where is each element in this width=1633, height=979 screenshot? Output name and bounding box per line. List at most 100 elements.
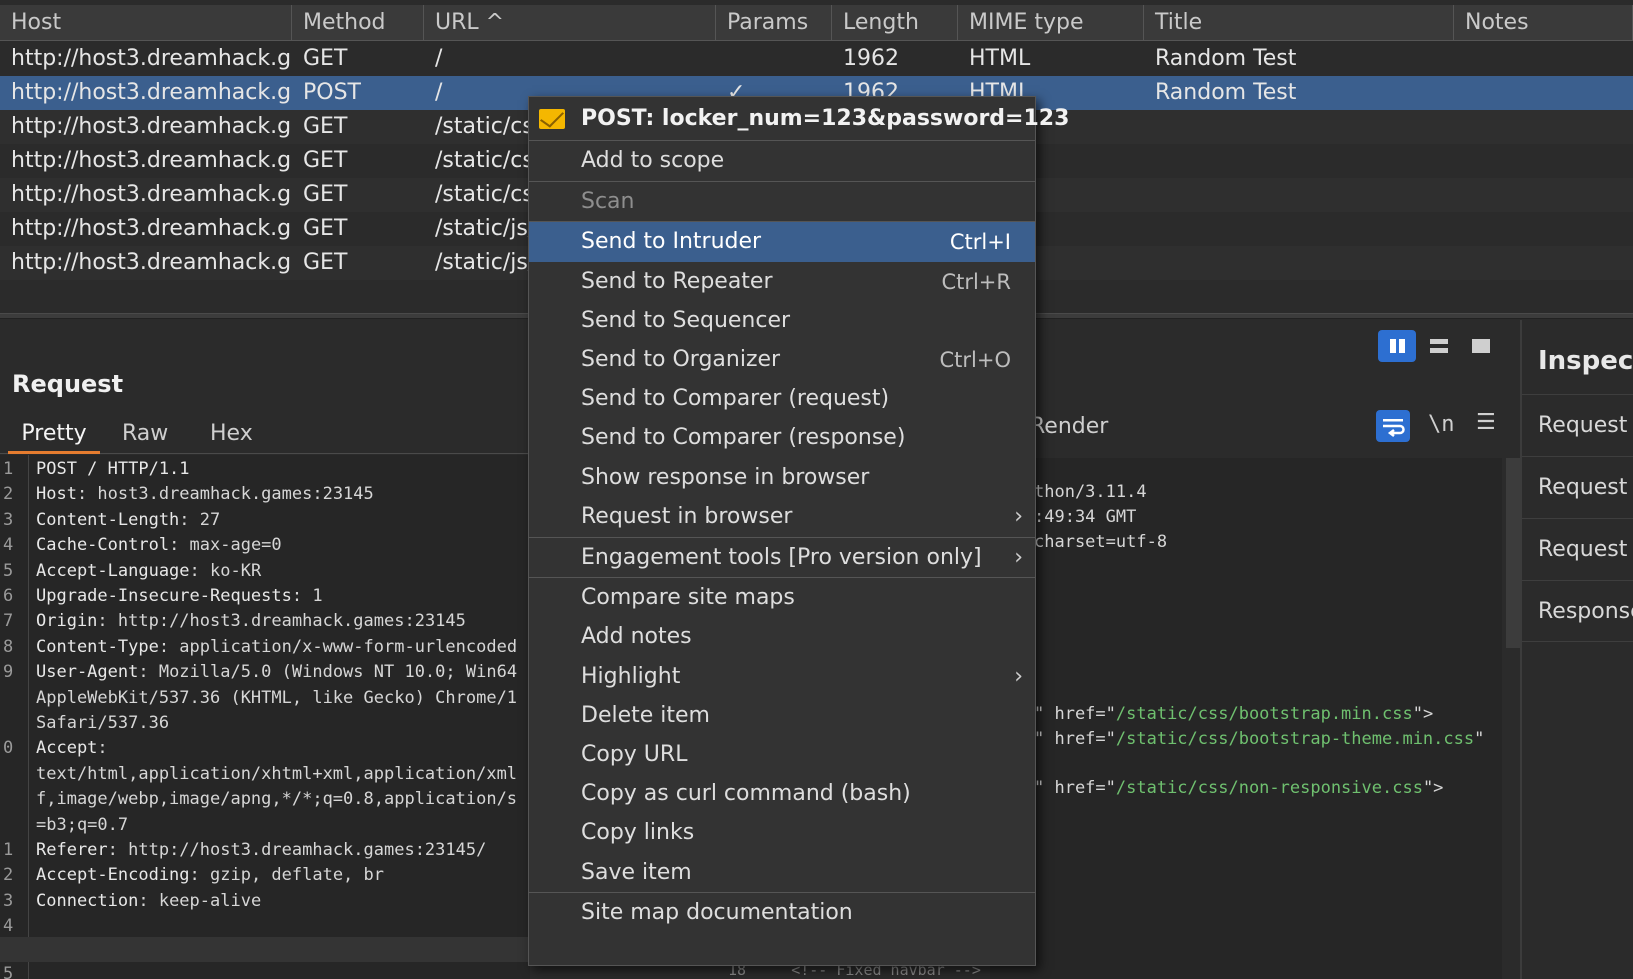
menu-item-send-to-comparer-request[interactable]: Send to Comparer (request) [529,379,1035,419]
request-line-text: Referer: http://host3.dreamhack.games:23… [36,840,487,860]
wrap-lines-button[interactable] [1376,410,1410,442]
line-number: 3 [3,509,14,530]
request-line-text: text/html,application/xhtml+xml,applicat… [36,763,518,784]
menu-item-copy-url[interactable]: Copy URL [529,735,1035,775]
cell-method: GET [303,114,348,139]
column-title[interactable]: Title [1144,5,1454,41]
request-line-text: Cache-Control: max-age=0 [36,535,282,556]
request-line-text: POST / HTTP/1.1 [36,459,190,479]
request-line[interactable]: 3 Connection: keep-alive [0,889,530,914]
menu-item-show-response-in-browser[interactable]: Show response in browser [529,458,1035,498]
table-row[interactable]: http://host3.dreamhack.g... GET / 1962 H… [0,42,1633,76]
request-line[interactable]: text/html,application/xhtml+xml,applicat… [0,762,530,787]
menu-header: POST: locker_num=123&password=123 [529,99,1069,139]
column-method[interactable]: Method [292,5,424,41]
menu-item-save-item[interactable]: Save item [529,853,1035,893]
table-header: Host Method URL ^ Params Length MIME typ… [0,5,1633,41]
menu-item-label: Send to Comparer (request) [581,386,890,412]
cell-host: http://host3.dreamhack.g... [11,80,292,105]
response-editor[interactable]: thon/3.11.4 :49:34 GMT charset=utf-8 " h… [990,458,1502,979]
inspector-item[interactable]: Request a [1522,394,1633,456]
menu-item-label: Send to Organizer [581,347,781,372]
menu-item-label: Copy links [581,820,695,846]
menu-item-highlight[interactable]: Highlight › [529,657,1035,697]
split-vertical-button[interactable] [1378,330,1416,362]
column-host[interactable]: Host [0,5,292,41]
request-line[interactable]: 4 Cache-Control: max-age=0 [0,533,530,558]
cell-method: GET [303,46,348,71]
line-number: 3 [3,890,14,911]
tab-render[interactable]: Render [1030,414,1108,439]
menu-item-delete-item[interactable]: Delete item [529,696,1035,736]
request-line-text: User-Agent: Mozilla/5.0 (Windows NT 10.0… [36,662,518,683]
rows-icon [1430,339,1448,353]
column-notes[interactable]: Notes [1454,5,1633,41]
request-line[interactable]: 1 POST / HTTP/1.1 [0,457,530,482]
request-line-text: Connection: keep-alive [36,890,262,911]
response-scrollbar[interactable] [1506,458,1520,648]
request-line-text: Origin: http://host3.dreamhack.games:231… [36,611,466,632]
menu-item-site-map-documentation[interactable]: Site map documentation [529,893,1035,933]
column-mime-type[interactable]: MIME type [958,5,1144,41]
menu-icon[interactable]: ☰ [1476,410,1496,435]
layout-toggle-group [1378,330,1508,364]
menu-item-label: Copy URL [581,742,688,767]
request-line[interactable]: 0 Accept: [0,736,530,761]
line-number: 1 [3,459,14,479]
menu-header-label: POST: locker_num=123&password=123 [581,106,1070,131]
line-number: 2 [3,484,14,505]
line-number: 0 [3,738,14,759]
request-line[interactable]: 2 Accept-Encoding: gzip, deflate, br [0,863,530,888]
request-editor[interactable]: 1 POST / HTTP/1.1 2 Host: host3.dreamhack.g… [0,455,530,979]
cell-params [716,42,832,76]
newline-icon[interactable]: \n [1428,412,1455,437]
menu-item-send-to-intruder[interactable]: Send to Intruder Ctrl+I [529,222,1035,263]
request-line[interactable]: 1 Referer: http://host3.dreamhack.games:2… [0,838,530,863]
menu-item-add-to-scope[interactable]: Add to scope [529,141,1035,181]
menu-item-send-to-comparer-response[interactable]: Send to Comparer (response) [529,418,1035,458]
request-line[interactable]: 2 Host: host3.dreamhack.games:23145 [0,482,530,507]
menu-item-copy-links[interactable]: Copy links [529,813,1035,853]
menu-item-shortcut: Ctrl+R [941,269,1011,294]
split-horizontal-button[interactable] [1420,330,1458,362]
request-line[interactable]: 4 [0,914,530,939]
cell-length: 1962 [843,46,899,71]
chevron-right-icon: › [1014,503,1023,529]
column-url[interactable]: URL ^ [424,5,716,41]
tab-pretty[interactable]: Pretty [8,414,100,454]
request-line[interactable]: =b3;q=0.7 [0,813,530,838]
menu-item-send-to-organizer[interactable]: Send to Organizer Ctrl+O [529,340,1035,380]
response-line: charset=utf-8 [1034,532,1168,552]
menu-item-copy-as-curl-command-bash[interactable]: Copy as curl command (bash) [529,774,1035,814]
request-body-line[interactable]: 5 locker_num=123&password=123 [0,937,530,979]
column-params[interactable]: Params [716,5,832,41]
column-length[interactable]: Length [832,5,958,41]
menu-item-request-in-browser[interactable]: Request in browser › [529,497,1035,537]
inspector-item[interactable]: Request h [1522,518,1633,580]
line-number: 7 [3,611,14,632]
request-line[interactable]: Safari/537.36 [0,711,530,736]
single-pane-button[interactable] [1462,330,1500,362]
request-line[interactable]: 6 Upgrade-Insecure-Requests: 1 [0,584,530,609]
inspector-item[interactable]: Response [1522,580,1633,642]
menu-item-compare-site-maps[interactable]: Compare site maps [529,578,1035,618]
cell-method: GET [303,216,348,241]
tab-raw[interactable]: Raw [122,414,168,454]
tab-hex[interactable]: Hex [210,414,253,454]
menu-item-label: Site map documentation [581,900,853,926]
request-line[interactable]: 7 Origin: http://host3.dreamhack.games:23… [0,609,530,634]
request-line[interactable]: 8 Content-Type: application/x-www-form-ur… [0,635,530,660]
line-number: 4 [3,916,14,937]
menu-item-label: Send to Repeater [581,268,773,294]
request-line-text: Host: host3.dreamhack.games:23145 [36,484,374,505]
menu-item-engagement-tools-pro-version-only[interactable]: Engagement tools [Pro version only] › [529,538,1035,578]
menu-item-add-notes[interactable]: Add notes [529,617,1035,657]
menu-item-send-to-sequencer[interactable]: Send to Sequencer [529,301,1035,341]
menu-item-send-to-repeater[interactable]: Send to Repeater Ctrl+R [529,262,1035,302]
request-line[interactable]: 5 Accept-Language: ko-KR [0,559,530,584]
request-line[interactable]: 3 Content-Length: 27 [0,508,530,533]
request-line[interactable]: AppleWebKit/537.36 (KHTML, like Gecko) C… [0,686,530,711]
request-line[interactable]: f,image/webp,image/apng,*/*;q=0.8,applic… [0,787,530,812]
inspector-item[interactable]: Request b [1522,456,1633,518]
request-line[interactable]: 9 User-Agent: Mozilla/5.0 (Windows NT 10.… [0,660,530,685]
